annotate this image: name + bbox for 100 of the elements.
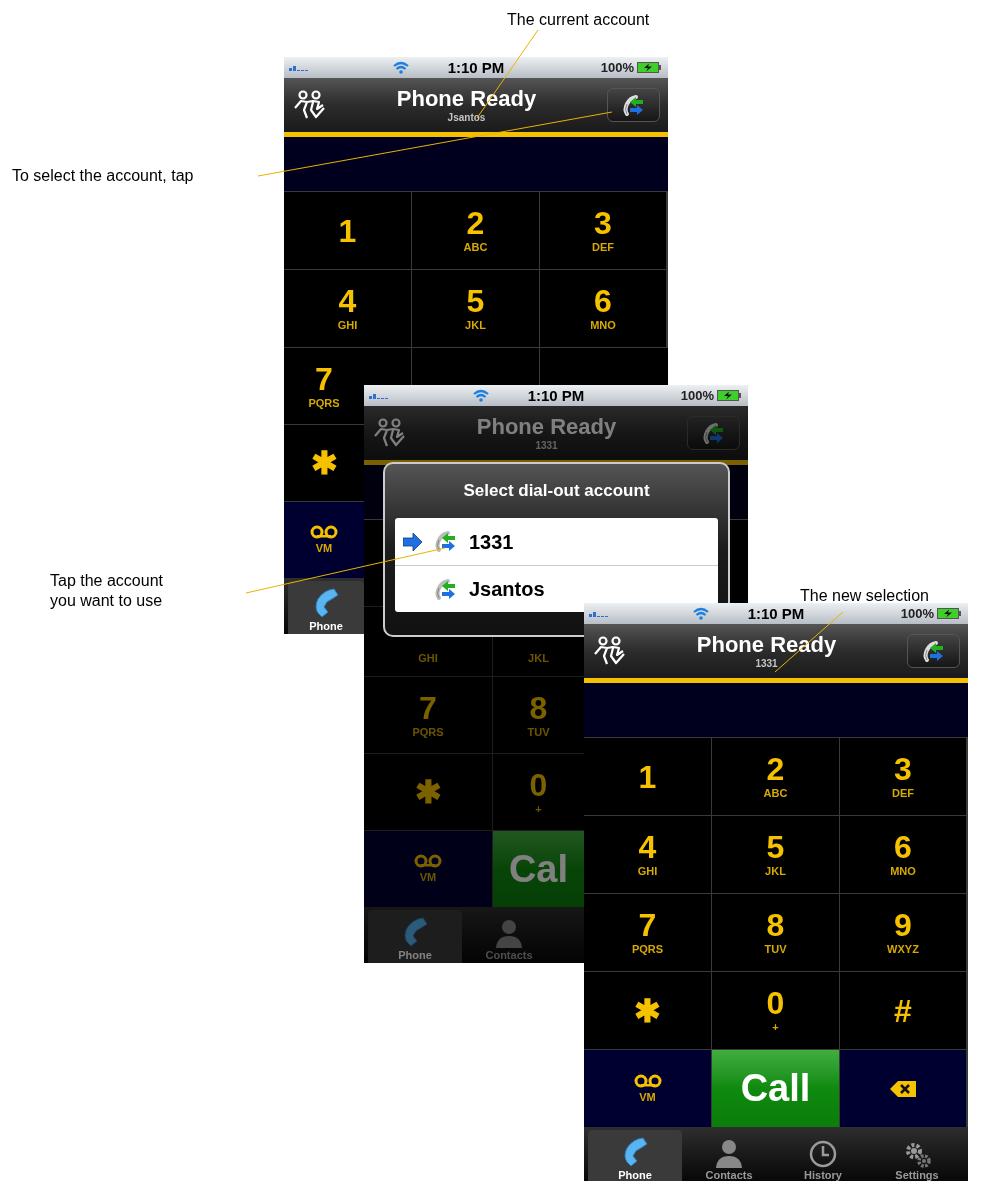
voicemail-icon bbox=[310, 525, 338, 539]
keypad-key[interactable]: 3 DEF bbox=[540, 192, 666, 269]
switch-account-button[interactable] bbox=[607, 88, 660, 122]
account-name: 1331 bbox=[535, 440, 558, 452]
keypad-key[interactable]: 2 ABC bbox=[712, 738, 839, 815]
keypad-key[interactable]: ✱ bbox=[584, 972, 711, 1049]
key-label: VM bbox=[315, 542, 333, 555]
battery-percent: 100% bbox=[900, 607, 934, 620]
status-time: 1:10 PM bbox=[446, 60, 506, 75]
key-label: VM bbox=[639, 1090, 656, 1104]
gears-icon bbox=[903, 1140, 931, 1168]
keypad-key[interactable]: 5 JKL bbox=[712, 816, 839, 893]
keypad-key[interactable]: 8 TUV bbox=[493, 677, 584, 753]
tab[interactable]: Settings bbox=[870, 1130, 964, 1181]
keypad-key[interactable]: 0 + bbox=[712, 972, 839, 1049]
key-letters: JKL bbox=[765, 865, 786, 878]
delete-key[interactable] bbox=[840, 1050, 966, 1127]
key-digit: 8 bbox=[529, 691, 548, 724]
voicemail-key[interactable]: VM bbox=[584, 1050, 711, 1127]
key-letters: ABC bbox=[763, 787, 788, 800]
switch-account-button[interactable] bbox=[687, 416, 740, 450]
key-letters: PQRS bbox=[308, 396, 340, 410]
key-digit: ✱ bbox=[634, 994, 661, 1027]
keypad-key[interactable]: 8 TUV bbox=[712, 894, 839, 971]
key-digit: ✱ bbox=[310, 447, 338, 479]
callout-text: Tap the account you want to use bbox=[50, 571, 163, 611]
clock-icon bbox=[809, 1140, 837, 1168]
call-button[interactable]: Call bbox=[712, 1050, 839, 1127]
keypad-key[interactable]: 4 GHI bbox=[584, 816, 711, 893]
delete-icon bbox=[890, 1080, 916, 1097]
keypad-key[interactable]: 9 WXYZ bbox=[840, 894, 966, 971]
key-digit: 1 bbox=[338, 214, 357, 247]
keypad-key[interactable]: ✱ bbox=[364, 754, 492, 830]
wifi-icon bbox=[473, 389, 490, 402]
keypad-key[interactable]: 0 + bbox=[493, 754, 584, 830]
key-letters: PQRS bbox=[412, 725, 444, 739]
phone-icon bbox=[621, 1136, 649, 1168]
key-digit: 5 bbox=[466, 285, 485, 317]
key-letters: + bbox=[535, 802, 542, 816]
key-digit: 6 bbox=[894, 831, 912, 863]
people-icon bbox=[373, 418, 406, 448]
key-digit: ✱ bbox=[414, 776, 442, 808]
phone-icon bbox=[401, 916, 429, 948]
tab[interactable]: Phone bbox=[368, 910, 462, 963]
battery-icon bbox=[717, 390, 742, 401]
key-digit: 0 bbox=[766, 987, 785, 1019]
status-time: 1:10 PM bbox=[526, 388, 586, 403]
key-letters: DEF bbox=[892, 787, 914, 800]
key-letters: JKL bbox=[528, 652, 549, 665]
account-item[interactable]: 1331 bbox=[395, 518, 718, 565]
keypad-key[interactable]: 6 MNO bbox=[540, 270, 666, 347]
screen-title: Phone Ready bbox=[476, 414, 617, 440]
key-digit: 6 bbox=[594, 285, 612, 317]
key-digit: 9 bbox=[894, 909, 912, 941]
key-digit: 4 bbox=[638, 831, 657, 863]
dialog-title: Select dial-out account bbox=[462, 480, 651, 502]
keypad-key[interactable]: 7 PQRS bbox=[284, 348, 364, 424]
key-digit: 7 bbox=[315, 362, 333, 395]
keypad-key[interactable]: 7 PQRS bbox=[584, 894, 711, 971]
key-digit: 4 bbox=[338, 285, 357, 317]
arrow-icon bbox=[403, 532, 423, 551]
keypad-key[interactable]: 1 bbox=[284, 192, 411, 269]
keypad-key[interactable]: # bbox=[840, 972, 966, 1049]
key-letters: JKL bbox=[465, 319, 486, 332]
key-digit: 5 bbox=[766, 831, 785, 863]
keypad-key[interactable]: 7 PQRS bbox=[364, 677, 492, 753]
key-letters: MNO bbox=[590, 319, 616, 332]
switch-account-button[interactable] bbox=[907, 634, 960, 668]
voicemail-key[interactable]: VM bbox=[284, 502, 364, 578]
wifi-icon bbox=[693, 607, 710, 620]
key-letters: PQRS bbox=[631, 943, 664, 956]
tab[interactable]: History bbox=[776, 1130, 870, 1181]
keypad-key[interactable]: 5 JKL bbox=[412, 270, 539, 347]
screen-title: Phone Ready bbox=[396, 86, 537, 112]
people-icon bbox=[593, 636, 626, 666]
callout-text: The current account bbox=[507, 10, 650, 30]
keypad-key[interactable]: 2 ABC bbox=[412, 192, 539, 269]
tab[interactable]: Contacts bbox=[682, 1130, 776, 1181]
key-letters: GHI bbox=[637, 865, 658, 878]
keypad-key[interactable]: 4 GHI bbox=[284, 270, 411, 347]
tab[interactable]: Phone bbox=[588, 1130, 682, 1181]
key-letters: WXYZ bbox=[887, 943, 919, 956]
keypad-key[interactable]: 3 DEF bbox=[840, 738, 966, 815]
voicemail-icon bbox=[633, 1073, 662, 1088]
key-digit: 0 bbox=[529, 768, 548, 801]
signal-icon bbox=[369, 391, 389, 400]
key-digit: 7 bbox=[638, 909, 657, 941]
tab[interactable]: Phone bbox=[288, 581, 364, 634]
keypad-key[interactable]: 6 MNO bbox=[840, 816, 966, 893]
battery-icon bbox=[937, 608, 962, 619]
voicemail-icon bbox=[414, 854, 442, 868]
keypad-key[interactable]: ✱ bbox=[284, 425, 364, 501]
person-icon bbox=[715, 1138, 743, 1168]
account-name: Jsantos bbox=[447, 112, 486, 124]
key-digit: 2 bbox=[466, 207, 485, 239]
key-letters: TUV bbox=[527, 725, 550, 739]
account-name: 1331 bbox=[755, 658, 778, 670]
keypad-key[interactable]: 1 bbox=[584, 738, 711, 815]
key-digit: 3 bbox=[594, 207, 612, 239]
people-icon bbox=[293, 90, 326, 120]
